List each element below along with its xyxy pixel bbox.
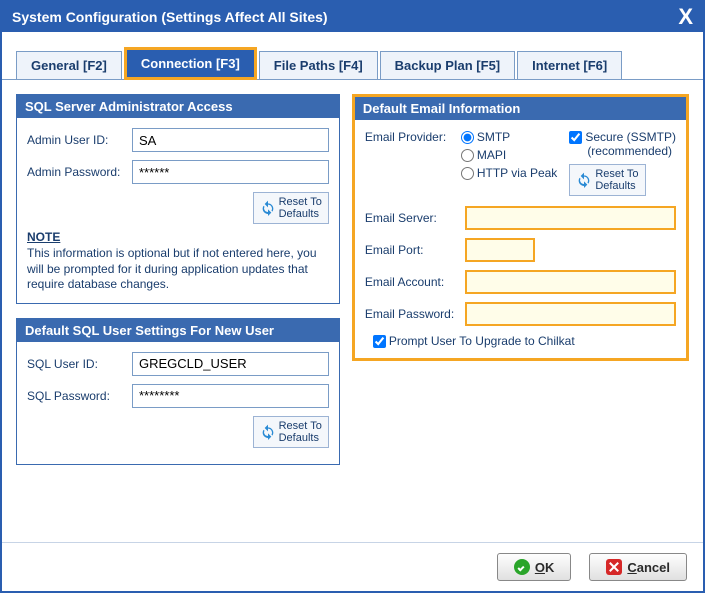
reset-label: Reset To Defaults	[279, 196, 322, 220]
provider-mapi-radio[interactable]	[461, 149, 474, 162]
window-title: System Configuration (Settings Affect Al…	[12, 9, 328, 25]
tab-connection[interactable]: Connection [F3]	[124, 47, 257, 80]
sql-user-label: SQL User ID:	[27, 357, 132, 371]
email-provider-label: Email Provider:	[365, 130, 455, 144]
email-password-label: Email Password:	[365, 307, 465, 321]
panel-sql-admin: SQL Server Administrator Access Admin Us…	[16, 94, 340, 304]
email-account-label: Email Account:	[365, 275, 465, 289]
tab-internet[interactable]: Internet [F6]	[517, 51, 622, 79]
reset-label: Reset To Defaults	[595, 168, 638, 192]
sql-password-input[interactable]	[132, 384, 329, 408]
refresh-icon	[260, 424, 276, 440]
tab-bar: General [F2] Connection [F3] File Paths …	[2, 32, 703, 80]
ok-button[interactable]: OK	[497, 553, 572, 581]
cancel-button[interactable]: Cancel	[589, 553, 687, 581]
admin-user-label: Admin User ID:	[27, 133, 132, 147]
sql-user-input[interactable]	[132, 352, 329, 376]
prompt-upgrade-option[interactable]: Prompt User To Upgrade to Chilkat	[373, 334, 676, 348]
cancel-icon	[606, 559, 622, 575]
secure-ssmtp-checkbox[interactable]	[569, 131, 582, 144]
admin-password-label: Admin Password:	[27, 165, 132, 179]
panel-email: Default Email Information Email Provider…	[352, 94, 689, 361]
email-server-input[interactable]	[465, 206, 676, 230]
email-server-label: Email Server:	[365, 211, 465, 225]
close-icon[interactable]: X	[678, 8, 693, 26]
admin-user-input[interactable]	[132, 128, 329, 152]
sql-user-reset-button[interactable]: Reset To Defaults	[253, 416, 329, 448]
panel-sql-user: Default SQL User Settings For New User S…	[16, 318, 340, 465]
email-account-input[interactable]	[465, 270, 676, 294]
titlebar: System Configuration (Settings Affect Al…	[2, 2, 703, 32]
refresh-icon	[576, 172, 592, 188]
system-config-window: System Configuration (Settings Affect Al…	[0, 0, 705, 593]
admin-password-input[interactable]	[132, 160, 329, 184]
email-port-label: Email Port:	[365, 243, 465, 257]
provider-smtp-radio[interactable]	[461, 131, 474, 144]
provider-smtp-option[interactable]: SMTP	[461, 130, 557, 144]
content-area: SQL Server Administrator Access Admin Us…	[2, 80, 703, 542]
email-port-input[interactable]	[465, 238, 535, 262]
provider-http-radio[interactable]	[461, 167, 474, 180]
provider-mapi-option[interactable]: MAPI	[461, 148, 557, 162]
secure-ssmtp-option[interactable]: Secure (SSMTP)	[569, 130, 676, 144]
panel-sql-admin-header: SQL Server Administrator Access	[17, 95, 339, 118]
tab-backup-plan[interactable]: Backup Plan [F5]	[380, 51, 515, 79]
panel-email-header: Default Email Information	[355, 97, 686, 120]
email-reset-button[interactable]: Reset To Defaults	[569, 164, 645, 196]
ok-icon	[514, 559, 530, 575]
reset-label: Reset To Defaults	[279, 420, 322, 444]
prompt-upgrade-checkbox[interactable]	[373, 335, 386, 348]
note-title: NOTE	[27, 230, 60, 244]
tab-file-paths[interactable]: File Paths [F4]	[259, 51, 378, 79]
tab-general[interactable]: General [F2]	[16, 51, 122, 79]
panel-sql-user-header: Default SQL User Settings For New User	[17, 319, 339, 342]
provider-http-option[interactable]: HTTP via Peak	[461, 166, 557, 180]
refresh-icon	[260, 200, 276, 216]
note-text: This information is optional but if not …	[27, 246, 329, 293]
sql-admin-reset-button[interactable]: Reset To Defaults	[253, 192, 329, 224]
sql-password-label: SQL Password:	[27, 389, 132, 403]
dialog-footer: OK Cancel	[2, 542, 703, 591]
secure-sublabel: (recommended)	[569, 144, 676, 158]
email-password-input[interactable]	[465, 302, 676, 326]
